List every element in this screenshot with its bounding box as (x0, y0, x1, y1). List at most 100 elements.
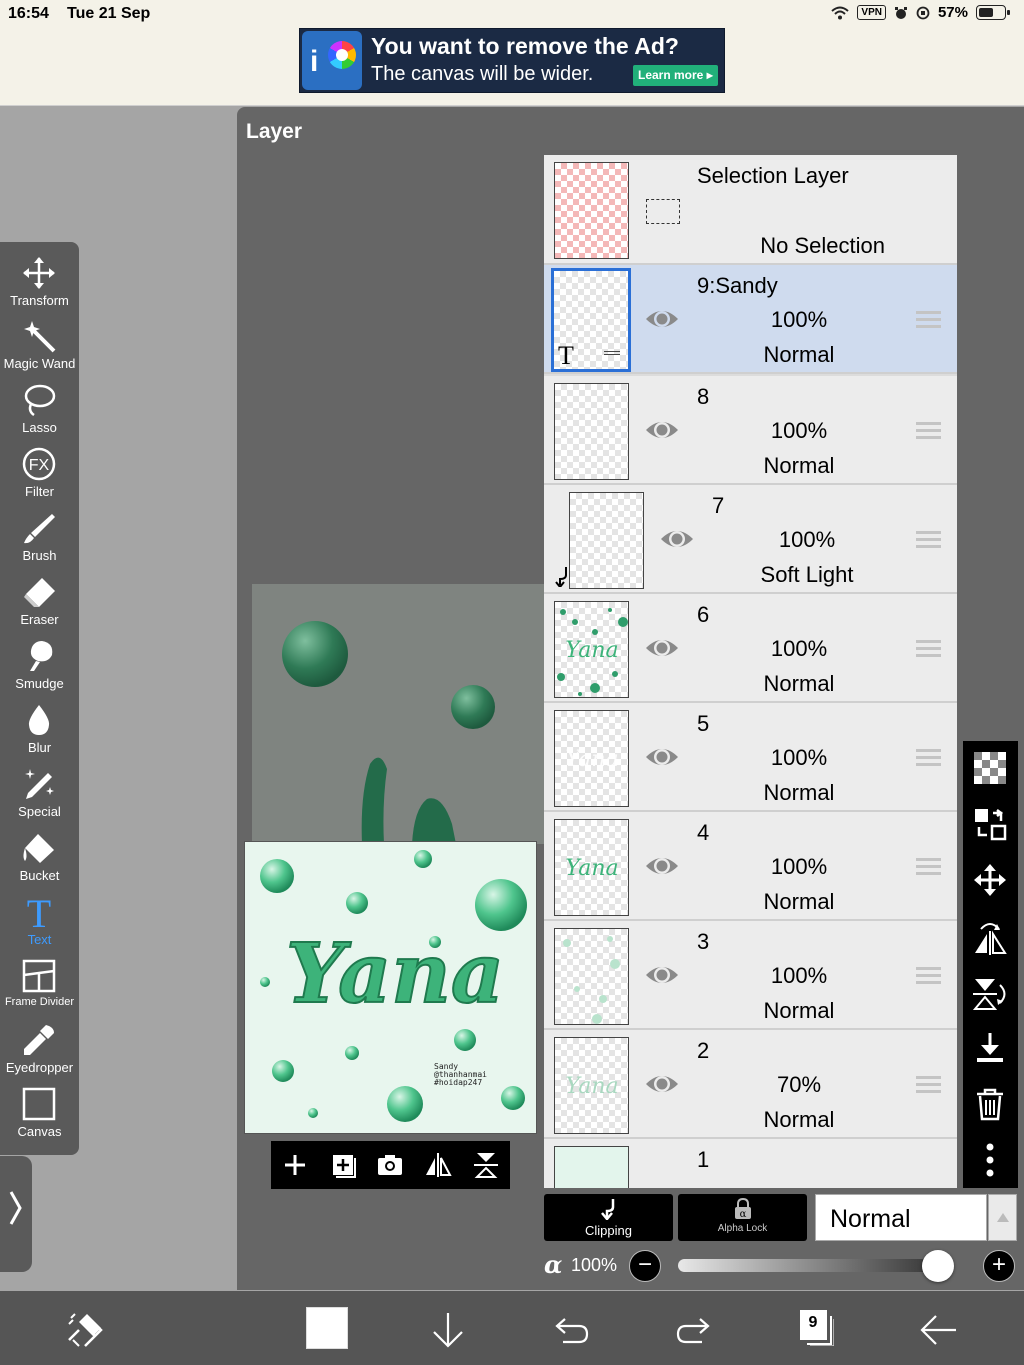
layer-thumbnail (569, 492, 644, 589)
alpha-lock-button[interactable]: α Alpha Lock (678, 1194, 807, 1241)
layer-row-8[interactable]: 8 100% Normal (544, 376, 957, 485)
tool-smudge[interactable]: Smudge (0, 639, 79, 703)
tool-brush[interactable]: Brush (0, 511, 79, 575)
tool-transform[interactable]: Transform (0, 256, 79, 320)
tool-bucket[interactable]: Bucket (0, 831, 79, 895)
layer-row-5[interactable]: Yana 5 100% Normal (544, 703, 957, 812)
arrow-down-icon[interactable] (428, 1310, 468, 1350)
selection-layer-row[interactable]: Selection Layer No Selection (544, 155, 957, 265)
transfer-icon[interactable] (973, 807, 1007, 841)
clipping-button[interactable]: Clipping (544, 1194, 673, 1241)
quick-actions-icon[interactable] (65, 1310, 105, 1350)
undo-icon[interactable] (551, 1310, 591, 1350)
layer-row-1[interactable]: 1 (544, 1139, 957, 1188)
drag-handle-icon[interactable] (916, 749, 941, 767)
ad-learn-more-button[interactable]: Learn more ▸ (633, 65, 718, 86)
opacity-increase-button[interactable]: + (983, 1250, 1015, 1282)
visibility-eye-icon[interactable] (644, 743, 680, 771)
drag-handle-icon[interactable] (916, 1076, 941, 1094)
layer-blend-mode: Normal (763, 671, 835, 696)
drag-handle-icon[interactable] (916, 967, 941, 985)
layer-name: 9:Sandy (697, 273, 778, 298)
tool-label: Magic Wand (3, 356, 76, 371)
tool-magic-wand[interactable]: Magic Wand (0, 319, 79, 383)
drag-handle-icon[interactable] (916, 640, 941, 658)
visibility-eye-icon[interactable] (644, 305, 680, 333)
drag-handle-icon[interactable] (916, 858, 941, 876)
battery-icon (976, 5, 1010, 20)
opacity-slider-knob[interactable] (922, 1250, 954, 1282)
drag-handle-icon[interactable] (916, 311, 941, 329)
flip-vertical-icon[interactable] (471, 1150, 501, 1180)
layer-3-preview (563, 936, 620, 1024)
tool-frame-divider[interactable]: Frame Divider (0, 959, 79, 1023)
visibility-eye-icon[interactable] (644, 1070, 680, 1098)
tool-eraser[interactable]: Eraser (0, 575, 79, 639)
status-icons: VPN 57% (831, 4, 1010, 21)
visibility-eye-icon[interactable] (659, 525, 695, 553)
tool-bar: Transform Magic Wand Lasso FX Filter Bru… (0, 242, 79, 1155)
vpn-badge: VPN (857, 5, 886, 20)
layer-row-9[interactable]: T 9:Sandy 100% Normal (544, 265, 957, 374)
layer-blend-mode: Normal (763, 342, 835, 367)
layer-thumbnail: Yana (554, 601, 629, 698)
visibility-eye-icon[interactable] (644, 961, 680, 989)
layers-button[interactable]: 9 (800, 1310, 834, 1346)
layer-opacity: 100% (770, 854, 828, 879)
layer-side-toolbar (963, 741, 1018, 1188)
trash-icon[interactable] (973, 1087, 1007, 1121)
opacity-decrease-button[interactable]: − (629, 1250, 661, 1282)
status-bar: 16:54 Tue 21 Sep VPN 57% (0, 0, 1024, 28)
tool-label: Eraser (20, 612, 59, 627)
add-layer-icon[interactable] (328, 1150, 358, 1180)
visibility-eye-icon[interactable] (644, 634, 680, 662)
redo-icon[interactable] (674, 1310, 714, 1350)
download-icon[interactable] (973, 1031, 1007, 1065)
add-icon[interactable] (280, 1150, 310, 1180)
visibility-eye-icon[interactable] (644, 416, 680, 444)
layer-row-3[interactable]: 3 100% Normal (544, 921, 957, 1030)
layer-name: 7 (712, 493, 725, 518)
svg-text:FX: FX (29, 457, 50, 474)
ad-subtitle: The canvas will be wider. (371, 63, 594, 85)
svg-text:α: α (739, 1209, 746, 1220)
layer-opacity: 100% (770, 745, 828, 770)
eraser-icon (24, 578, 55, 607)
more-icon[interactable] (973, 1143, 1007, 1177)
flip-horizontal-icon[interactable] (423, 1150, 453, 1180)
canvas-thumbnail[interactable]: Yana Sandy @thanhanmai #hoidap247 (244, 841, 537, 1134)
flip-horizontal-icon[interactable] (973, 921, 1007, 955)
panel-title: Layer (246, 120, 303, 143)
layer-row-7[interactable]: 7 100% Soft Light (544, 485, 957, 594)
drag-handle-icon[interactable] (916, 531, 941, 549)
blend-mode-expand-icon[interactable] (988, 1194, 1017, 1241)
tool-lasso[interactable]: Lasso (0, 383, 79, 447)
tool-canvas[interactable]: Canvas (0, 1087, 79, 1151)
tool-special[interactable]: Special (0, 767, 79, 831)
move-icon[interactable] (973, 863, 1007, 897)
current-color-swatch[interactable] (306, 1307, 348, 1349)
tool-text[interactable]: T Text (0, 895, 79, 959)
canvas-view[interactable] (252, 584, 545, 844)
layer-opacity: 100% (778, 527, 836, 552)
visibility-eye-icon[interactable] (644, 852, 680, 880)
expand-toolbar-button[interactable] (0, 1156, 32, 1272)
camera-icon[interactable] (375, 1150, 405, 1180)
flip-vertical-icon[interactable] (973, 977, 1007, 1011)
tool-filter[interactable]: FX Filter (0, 447, 79, 511)
opacity-slider-track[interactable] (678, 1259, 954, 1272)
ad-banner[interactable]: i You want to remove the Ad? The canvas … (299, 28, 725, 93)
layer-6-preview: Yana (557, 608, 628, 696)
tool-eyedropper[interactable]: Eyedropper (0, 1023, 79, 1087)
drag-handle-icon[interactable] (916, 422, 941, 440)
blend-mode-select[interactable]: Normal (815, 1194, 987, 1241)
layer-row-4[interactable]: Yana 4 100% Normal (544, 812, 957, 921)
tool-label: Blur (27, 740, 52, 755)
layer-row-6[interactable]: Yana 6 100% Normal (544, 594, 957, 703)
checkerboard-icon[interactable] (973, 751, 1007, 785)
back-arrow-icon[interactable] (918, 1310, 958, 1350)
brush-icon (24, 514, 55, 544)
selection-layer-thumbnail (554, 162, 629, 259)
layer-row-2[interactable]: Yana 2 70% Normal (544, 1030, 957, 1139)
tool-blur[interactable]: Blur (0, 703, 79, 767)
